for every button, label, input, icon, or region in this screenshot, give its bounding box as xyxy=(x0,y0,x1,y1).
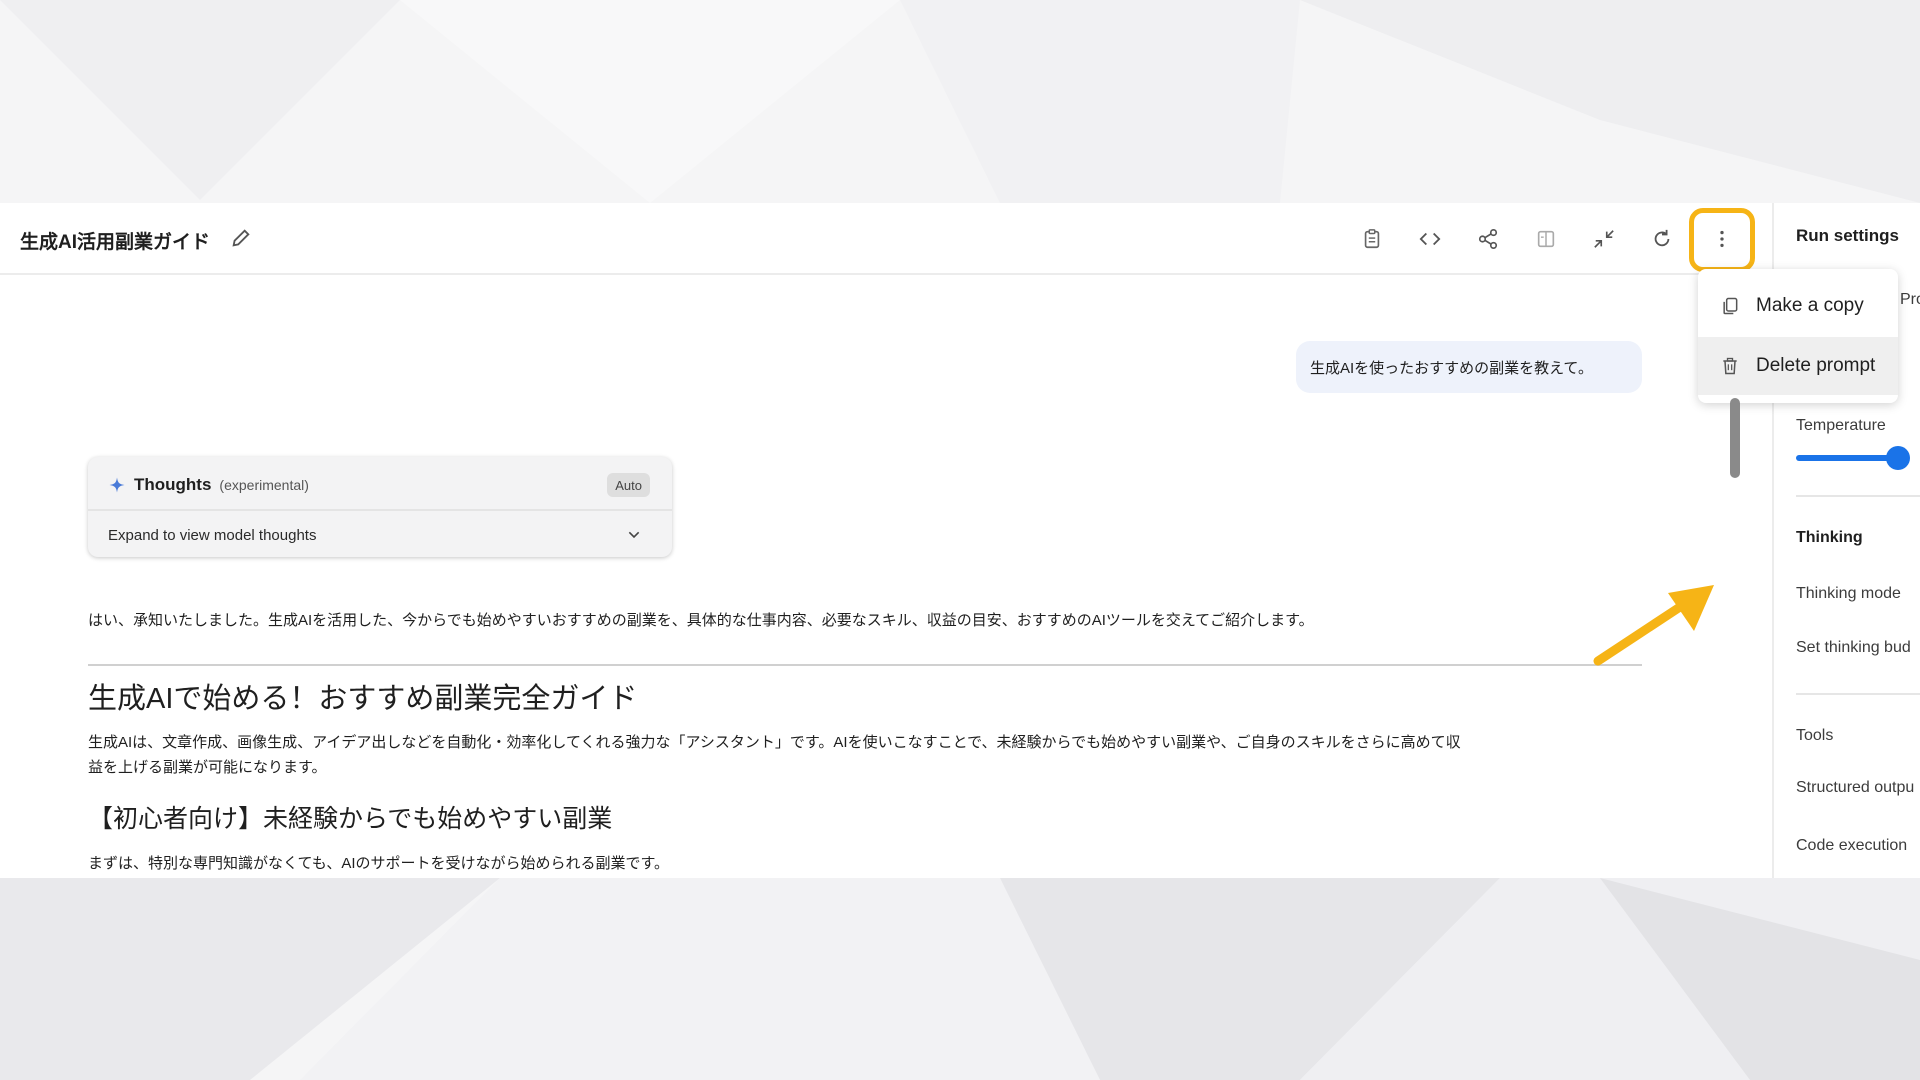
highlight-box xyxy=(1689,208,1755,272)
expand-thoughts-label: Expand to view model thoughts xyxy=(108,527,317,544)
divider xyxy=(88,664,1642,666)
thinking-section-label: Thinking xyxy=(1796,529,1863,546)
delete-prompt-menu-item[interactable]: Delete prompt xyxy=(1698,337,1898,395)
tools-section-label: Tools xyxy=(1796,727,1834,744)
app-window: 生成AI活用副業ガイド Run settings Pr Temperature … xyxy=(0,203,1920,878)
divider xyxy=(1796,693,1920,695)
clipboard-button[interactable] xyxy=(1352,219,1392,259)
collapse-button[interactable] xyxy=(1584,219,1624,259)
rerun-button[interactable] xyxy=(1642,219,1682,259)
auto-badge: Auto xyxy=(607,473,650,497)
response-heading-1: 生成AIで始める！おすすめ副業完全ガイド xyxy=(88,683,638,715)
thoughts-title: Thoughts xyxy=(134,475,212,494)
make-copy-label: Make a copy xyxy=(1756,295,1864,316)
thinking-budget-label: Set thinking bud xyxy=(1796,639,1911,656)
annotation-arrow xyxy=(1593,585,1714,666)
share-icon xyxy=(1478,229,1498,249)
response-paragraph-2: まずは、特別な専門知識がなくても、AIのサポートを受けながら始められる副業です。 xyxy=(88,855,670,872)
thoughts-subtitle: (experimental) xyxy=(219,477,309,493)
compare-button[interactable] xyxy=(1526,219,1566,259)
copy-icon xyxy=(1723,297,1738,315)
response-paragraph-1-line-2: 益を上げる副業が可能になります。 xyxy=(88,759,327,776)
structured-output-label: Structured outpu xyxy=(1796,779,1915,796)
chevron-down-icon[interactable] xyxy=(626,527,642,543)
code-execution-label: Code execution xyxy=(1796,837,1908,854)
temperature-label: Temperature xyxy=(1796,417,1886,434)
delete-prompt-label: Delete prompt xyxy=(1756,355,1876,376)
settings-tab-partial[interactable]: Pro xyxy=(1900,291,1920,309)
collapse-icon xyxy=(1594,230,1614,248)
chat-scrollbar[interactable] xyxy=(1730,398,1740,478)
thoughts-panel[interactable]: Thoughts (experimental) Auto Expand to v… xyxy=(88,457,672,557)
thinking-mode-label: Thinking mode xyxy=(1796,585,1901,602)
run-settings-title: Run settings xyxy=(1796,226,1899,245)
clipboard-icon xyxy=(1364,229,1380,249)
prompt-title[interactable]: 生成AI活用副業ガイド xyxy=(20,227,210,254)
user-message: 生成AIを使ったおすすめの副業を教えて。 xyxy=(1296,341,1642,393)
temperature-slider-track[interactable] xyxy=(1796,455,1896,461)
trash-icon xyxy=(1723,357,1737,375)
share-button[interactable] xyxy=(1468,219,1508,259)
response-intro: はい、承知いたしました。生成AIを活用した、今からでも始めやすいおすすめの副業を… xyxy=(88,612,1314,629)
make-copy-menu-item[interactable]: Make a copy xyxy=(1698,277,1898,335)
code-icon xyxy=(1419,232,1441,246)
top-bar: 生成AI活用副業ガイド xyxy=(0,203,1770,275)
response-heading-2: 【初心者向け】未経験からでも始めやすい副業 xyxy=(88,805,613,833)
divider xyxy=(1796,495,1920,497)
temperature-slider-thumb[interactable] xyxy=(1886,446,1910,470)
compare-icon xyxy=(1537,230,1555,248)
divider xyxy=(88,509,672,511)
get-code-button[interactable] xyxy=(1410,219,1450,259)
edit-title-icon[interactable] xyxy=(230,227,252,249)
refresh-icon xyxy=(1654,229,1670,247)
sparkle-icon xyxy=(109,477,125,493)
more-options-menu: Make a copy Delete prompt xyxy=(1698,269,1898,403)
response-paragraph-1-line-1: 生成AIは、文章作成、画像生成、アイデア出しなどを自動化・効率化してくれる強力な… xyxy=(88,734,1461,751)
